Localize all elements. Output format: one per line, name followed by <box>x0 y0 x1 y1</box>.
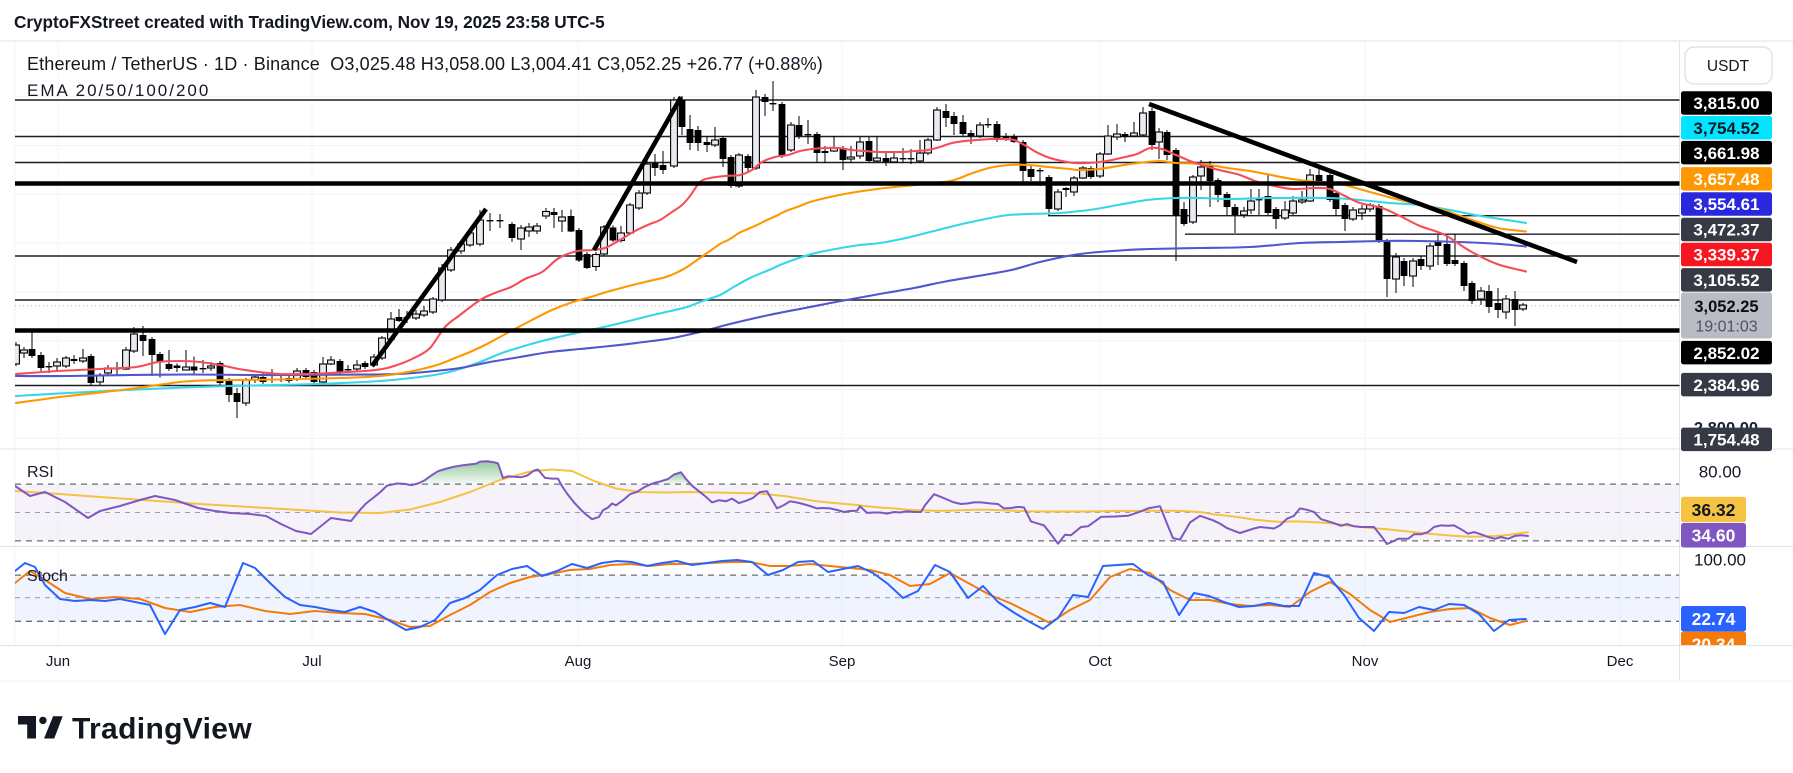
svg-text:3,472.37: 3,472.37 <box>1693 221 1759 240</box>
svg-text:100.00: 100.00 <box>1694 551 1746 570</box>
svg-text:EMA 20/50/100/200: EMA 20/50/100/200 <box>27 81 210 100</box>
svg-text:Stoch: Stoch <box>27 568 68 585</box>
svg-text:Jul: Jul <box>302 653 321 670</box>
svg-text:80.00: 80.00 <box>1699 463 1742 482</box>
svg-text:Jun: Jun <box>46 653 70 670</box>
svg-text:TradingView: TradingView <box>72 713 252 746</box>
svg-text:Nov: Nov <box>1352 653 1379 670</box>
svg-text:RSI: RSI <box>27 464 54 481</box>
svg-text:22.74: 22.74 <box>1692 609 1736 629</box>
svg-text:2,384.96: 2,384.96 <box>1693 376 1759 395</box>
svg-text:34.60: 34.60 <box>1692 526 1736 546</box>
svg-text:19:01:03: 19:01:03 <box>1695 319 1757 336</box>
svg-text:Aug: Aug <box>565 653 592 670</box>
svg-text:Oct: Oct <box>1088 653 1112 670</box>
svg-text:Sep: Sep <box>829 653 856 670</box>
svg-text:2,852.02: 2,852.02 <box>1693 344 1759 363</box>
svg-text:3,661.98: 3,661.98 <box>1693 144 1759 163</box>
svg-text:36.32: 36.32 <box>1692 500 1736 520</box>
svg-text:1,754.48: 1,754.48 <box>1693 430 1759 449</box>
svg-text:Ethereum / TetherUS · 1D · Bin: Ethereum / TetherUS · 1D · Binance O3,02… <box>27 54 823 74</box>
svg-text:3,339.37: 3,339.37 <box>1693 246 1759 265</box>
svg-text:3,052.25: 3,052.25 <box>1694 298 1758 316</box>
svg-text:3,105.52: 3,105.52 <box>1693 271 1759 290</box>
svg-text:USDT: USDT <box>1707 58 1750 75</box>
svg-text:3,754.52: 3,754.52 <box>1693 119 1759 138</box>
svg-text:3,657.48: 3,657.48 <box>1693 170 1759 189</box>
svg-text:3,554.61: 3,554.61 <box>1693 195 1759 214</box>
svg-text:CryptoFXStreet created with Tr: CryptoFXStreet created with TradingView.… <box>14 12 605 32</box>
svg-text:3,815.00: 3,815.00 <box>1693 94 1759 113</box>
svg-text:Dec: Dec <box>1607 653 1634 670</box>
